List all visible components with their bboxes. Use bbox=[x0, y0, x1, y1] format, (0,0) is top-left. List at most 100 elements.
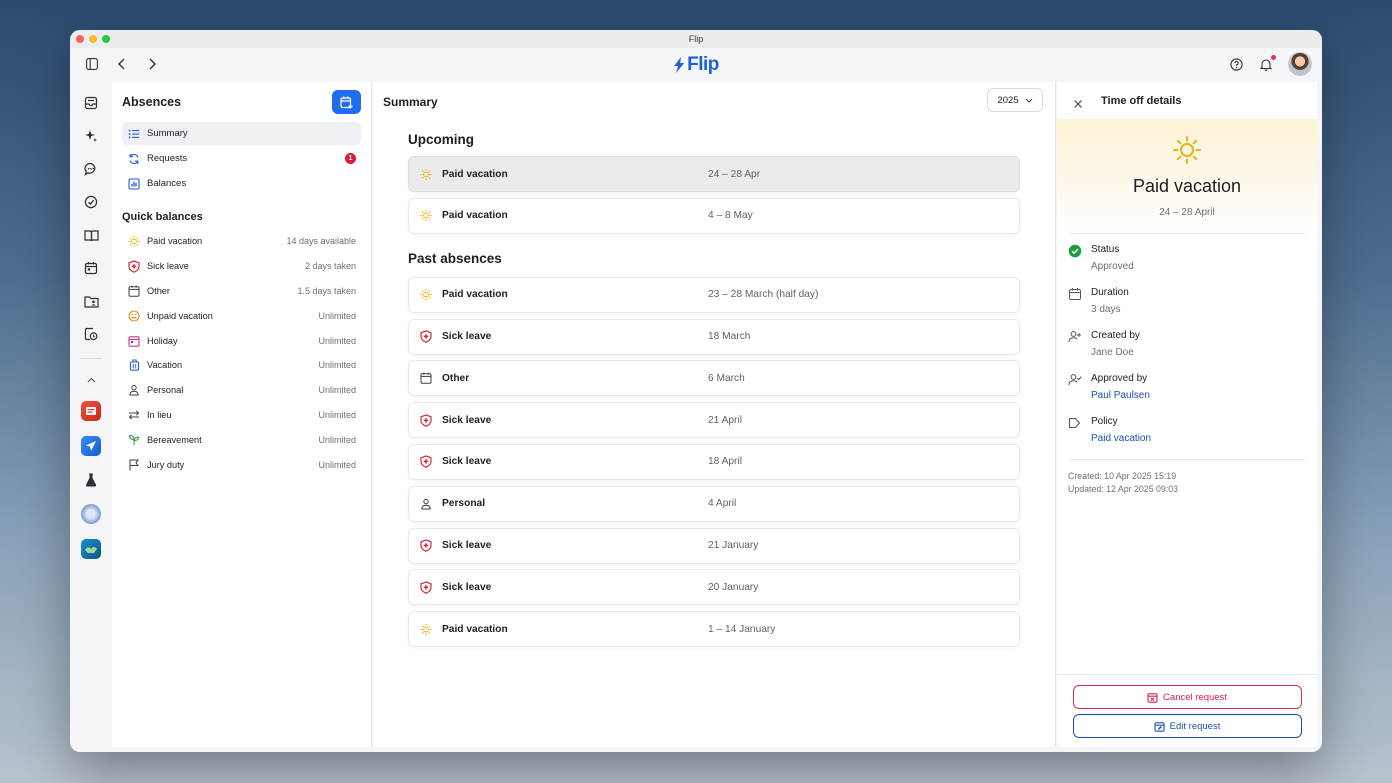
year-select[interactable]: 2025 bbox=[987, 88, 1043, 112]
close-window-button[interactable] bbox=[76, 35, 84, 43]
absence-type: Sick leave bbox=[442, 456, 492, 468]
forward-icon[interactable] bbox=[144, 56, 160, 72]
quick-balance-row[interactable]: Jury duty Unlimited bbox=[128, 452, 356, 477]
quick-balance-label: Unpaid vacation bbox=[147, 310, 213, 321]
help-icon[interactable] bbox=[1228, 56, 1244, 72]
quick-balance-row[interactable]: Paid vacation 14 days available bbox=[128, 229, 356, 254]
absence-date: 6 March bbox=[708, 372, 745, 384]
shield-plus-icon bbox=[420, 414, 432, 427]
detail-text: Created by Jane Doe bbox=[1091, 330, 1140, 363]
sidebar-item-summary[interactable]: Summary bbox=[122, 122, 361, 145]
check-circle-icon[interactable] bbox=[82, 193, 100, 211]
summary-panel: Summary 2025 Upcoming Paid vacation 24 – … bbox=[373, 82, 1056, 747]
page-title: Summary bbox=[383, 95, 438, 109]
absence-date: 18 April bbox=[708, 456, 742, 468]
sidebar-toggle-icon[interactable] bbox=[84, 56, 100, 72]
absence-date: 20 January bbox=[708, 581, 759, 593]
book-icon[interactable] bbox=[82, 226, 100, 244]
absence-date: 21 April bbox=[708, 414, 742, 426]
new-absence-button[interactable] bbox=[332, 90, 361, 114]
time-off-details-panel: Time off details Paid vacation 24 – 28 A… bbox=[1057, 82, 1317, 747]
quick-balance-row[interactable]: Holiday Unlimited bbox=[128, 328, 356, 353]
back-icon[interactable] bbox=[114, 56, 130, 72]
upcoming-title: Upcoming bbox=[408, 132, 474, 147]
past-absences-title: Past absences bbox=[408, 250, 502, 266]
quick-balance-row[interactable]: In lieu Unlimited bbox=[128, 403, 356, 428]
detail-text: Approved by Paul Paulsen bbox=[1091, 373, 1150, 406]
edit-request-button[interactable]: Edit request bbox=[1072, 714, 1302, 738]
shield-plus-icon bbox=[420, 455, 432, 469]
person-check-icon bbox=[1068, 373, 1082, 406]
sidebar-item-balances[interactable]: Balances bbox=[122, 172, 361, 195]
detail-approved-by: Approved by Paul Paulsen bbox=[1057, 373, 1317, 406]
app-globe-icon[interactable] bbox=[81, 504, 101, 524]
quick-balance-value: Unlimited bbox=[318, 360, 356, 371]
quick-balance-row[interactable]: Vacation Unlimited bbox=[128, 353, 356, 378]
quick-balance-label: Sick leave bbox=[147, 261, 189, 272]
app-teal-icon[interactable] bbox=[81, 539, 101, 559]
quick-balance-value: Unlimited bbox=[318, 459, 356, 470]
notifications-icon[interactable] bbox=[1258, 55, 1276, 72]
absence-date: 1 – 14 January bbox=[708, 623, 776, 635]
absence-row[interactable]: Sick leave 21 April bbox=[408, 402, 1020, 439]
absence-row[interactable]: Sick leave 20 January bbox=[408, 569, 1020, 606]
absence-row[interactable]: Sick leave 18 March bbox=[408, 318, 1020, 355]
quick-balance-row[interactable]: Personal Unlimited bbox=[128, 378, 356, 403]
shield-plus-icon bbox=[420, 539, 432, 552]
inbox-icon[interactable] bbox=[82, 94, 100, 112]
absence-row[interactable]: Sick leave 18 April bbox=[408, 443, 1020, 480]
sync-icon bbox=[128, 153, 140, 165]
chart-icon bbox=[128, 177, 140, 190]
absence-row[interactable]: Personal 4 April bbox=[408, 485, 1020, 522]
absence-row[interactable]: Sick leave 21 January bbox=[408, 527, 1020, 564]
shield-plus-icon bbox=[420, 330, 432, 343]
quick-balance-row[interactable]: Other 1.5 days taken bbox=[128, 279, 356, 304]
sparkles-icon[interactable] bbox=[82, 127, 100, 145]
absence-row[interactable]: Paid vacation 1 – 14 January bbox=[408, 611, 1020, 648]
absence-row[interactable]: Other 6 March bbox=[408, 360, 1020, 397]
absence-type: Sick leave bbox=[442, 540, 492, 552]
details-meta: Created: 10 Apr 2025 15:19 Updated: 12 A… bbox=[1057, 470, 1317, 496]
sidebar-item-requests[interactable]: Requests 1 bbox=[122, 147, 361, 170]
calendar-icon bbox=[128, 285, 140, 297]
absence-date: 4 – 8 May bbox=[708, 210, 753, 222]
quick-balance-value: 14 days available bbox=[286, 236, 356, 247]
quick-balance-label: Vacation bbox=[147, 360, 183, 371]
title-bar: Flip bbox=[70, 30, 1322, 48]
flask-icon[interactable] bbox=[82, 471, 100, 489]
window-title: Flip bbox=[688, 34, 704, 44]
chevron-up-icon[interactable] bbox=[82, 374, 100, 386]
calendar-icon[interactable] bbox=[82, 259, 100, 277]
user-avatar[interactable] bbox=[1288, 52, 1312, 76]
detail-label: Policy bbox=[1091, 416, 1118, 427]
quick-balance-row[interactable]: Sick leave 2 days taken bbox=[128, 254, 356, 279]
zoom-window-button[interactable] bbox=[102, 35, 110, 43]
absence-row[interactable]: Paid vacation 24 – 28 Apr bbox=[408, 156, 1020, 192]
window-controls bbox=[76, 35, 110, 43]
detail-link[interactable]: Paul Paulsen bbox=[1091, 390, 1150, 401]
flip-logo[interactable]: Flip bbox=[673, 54, 719, 76]
app-plane-icon[interactable] bbox=[81, 436, 101, 456]
detail-label: Status bbox=[1091, 244, 1120, 255]
chat-icon[interactable] bbox=[82, 160, 100, 178]
close-icon[interactable] bbox=[1073, 96, 1083, 108]
app-red-icon[interactable] bbox=[81, 401, 101, 421]
edit-request-label: Edit request bbox=[1169, 720, 1221, 732]
clock-document-icon[interactable] bbox=[82, 325, 100, 343]
folder-user-icon[interactable] bbox=[82, 292, 100, 310]
absence-row[interactable]: Paid vacation 4 – 8 May bbox=[408, 197, 1020, 234]
quick-balance-row[interactable]: Unpaid vacation Unlimited bbox=[128, 303, 356, 328]
absence-type: Paid vacation bbox=[442, 623, 508, 635]
luggage-icon bbox=[128, 359, 140, 372]
detail-link[interactable]: Paid vacation bbox=[1091, 433, 1151, 444]
app-window: Flip Flip Absences Summary Requests 1 Ba… bbox=[70, 30, 1322, 752]
absence-type: Paid vacation bbox=[442, 168, 508, 180]
quick-balance-value: Unlimited bbox=[318, 385, 356, 396]
quick-balance-row[interactable]: Bereavement Unlimited bbox=[128, 427, 356, 452]
quick-balance-value: Unlimited bbox=[318, 310, 356, 321]
absence-date: 21 January bbox=[708, 540, 759, 552]
absence-row[interactable]: Paid vacation 23 – 28 March (half day) bbox=[408, 276, 1020, 313]
cancel-request-button[interactable]: Cancel request bbox=[1072, 685, 1302, 709]
requests-count-badge: 1 bbox=[345, 153, 356, 164]
minimize-window-button[interactable] bbox=[89, 35, 97, 43]
